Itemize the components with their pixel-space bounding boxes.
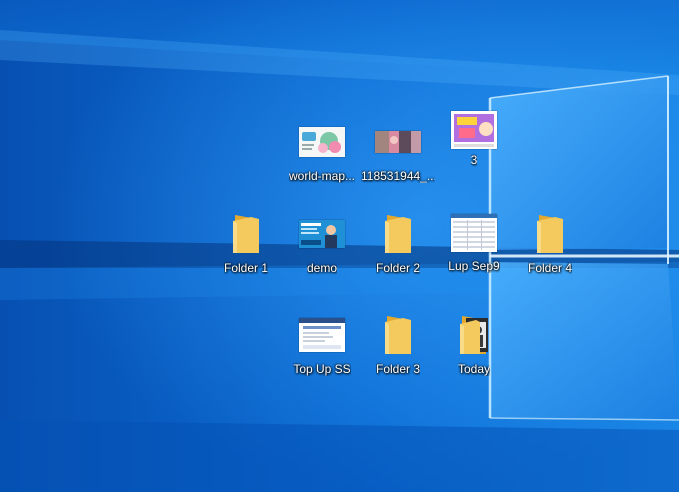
folder-icon xyxy=(526,210,574,258)
image-thumbnail-icon xyxy=(298,311,346,359)
desktop-icon-label: world-map... xyxy=(288,169,356,183)
image-thumbnail-icon xyxy=(298,118,346,166)
desktop-icon-label: Folder 1 xyxy=(223,261,269,275)
desktop-icon-folder-4[interactable]: Folder 4 xyxy=(513,210,587,282)
folder-icon xyxy=(374,311,422,359)
desktop-icon-top-up-ss[interactable]: Top Up SS xyxy=(285,311,359,383)
desktop-icon-label: Top Up SS xyxy=(293,362,351,376)
desktop-icon-label: 118531944_... xyxy=(361,169,435,183)
desktop-icon-folder-1[interactable]: Folder 1 xyxy=(209,210,283,282)
desktop-icon-label: 3 xyxy=(470,153,478,167)
image-thumbnail-icon xyxy=(450,210,498,256)
desktop-icon-label: Folder 3 xyxy=(375,362,421,376)
image-thumbnail-icon xyxy=(298,210,346,258)
desktop-icon-label: Lup Sep9 xyxy=(448,259,500,273)
folder-with-photo-icon xyxy=(450,311,498,359)
desktop-icon-label: Folder 4 xyxy=(527,261,573,275)
desktop-icon-3[interactable]: 3 xyxy=(437,110,511,182)
desktop-icon-label: demo xyxy=(306,261,338,275)
desktop-icon-folder-2[interactable]: Folder 2 xyxy=(361,210,435,282)
desktop-icon-118531944[interactable]: 118531944_... xyxy=(361,118,435,190)
desktop-icon-label: Today xyxy=(457,362,491,376)
desktop-icon-folder-3[interactable]: Folder 3 xyxy=(361,311,435,383)
desktop-icon-demo[interactable]: demo xyxy=(285,210,359,282)
desktop-icon-today[interactable]: Today xyxy=(437,311,511,383)
desktop-icon-world-map[interactable]: world-map... xyxy=(285,118,359,190)
image-thumbnail-icon xyxy=(450,110,498,150)
desktop-icon-lup-sep9[interactable]: Lup Sep9 xyxy=(437,210,511,282)
image-thumbnail-icon xyxy=(374,118,422,166)
folder-icon xyxy=(222,210,270,258)
desktop-icon-label: Folder 2 xyxy=(375,261,421,275)
folder-icon xyxy=(374,210,422,258)
